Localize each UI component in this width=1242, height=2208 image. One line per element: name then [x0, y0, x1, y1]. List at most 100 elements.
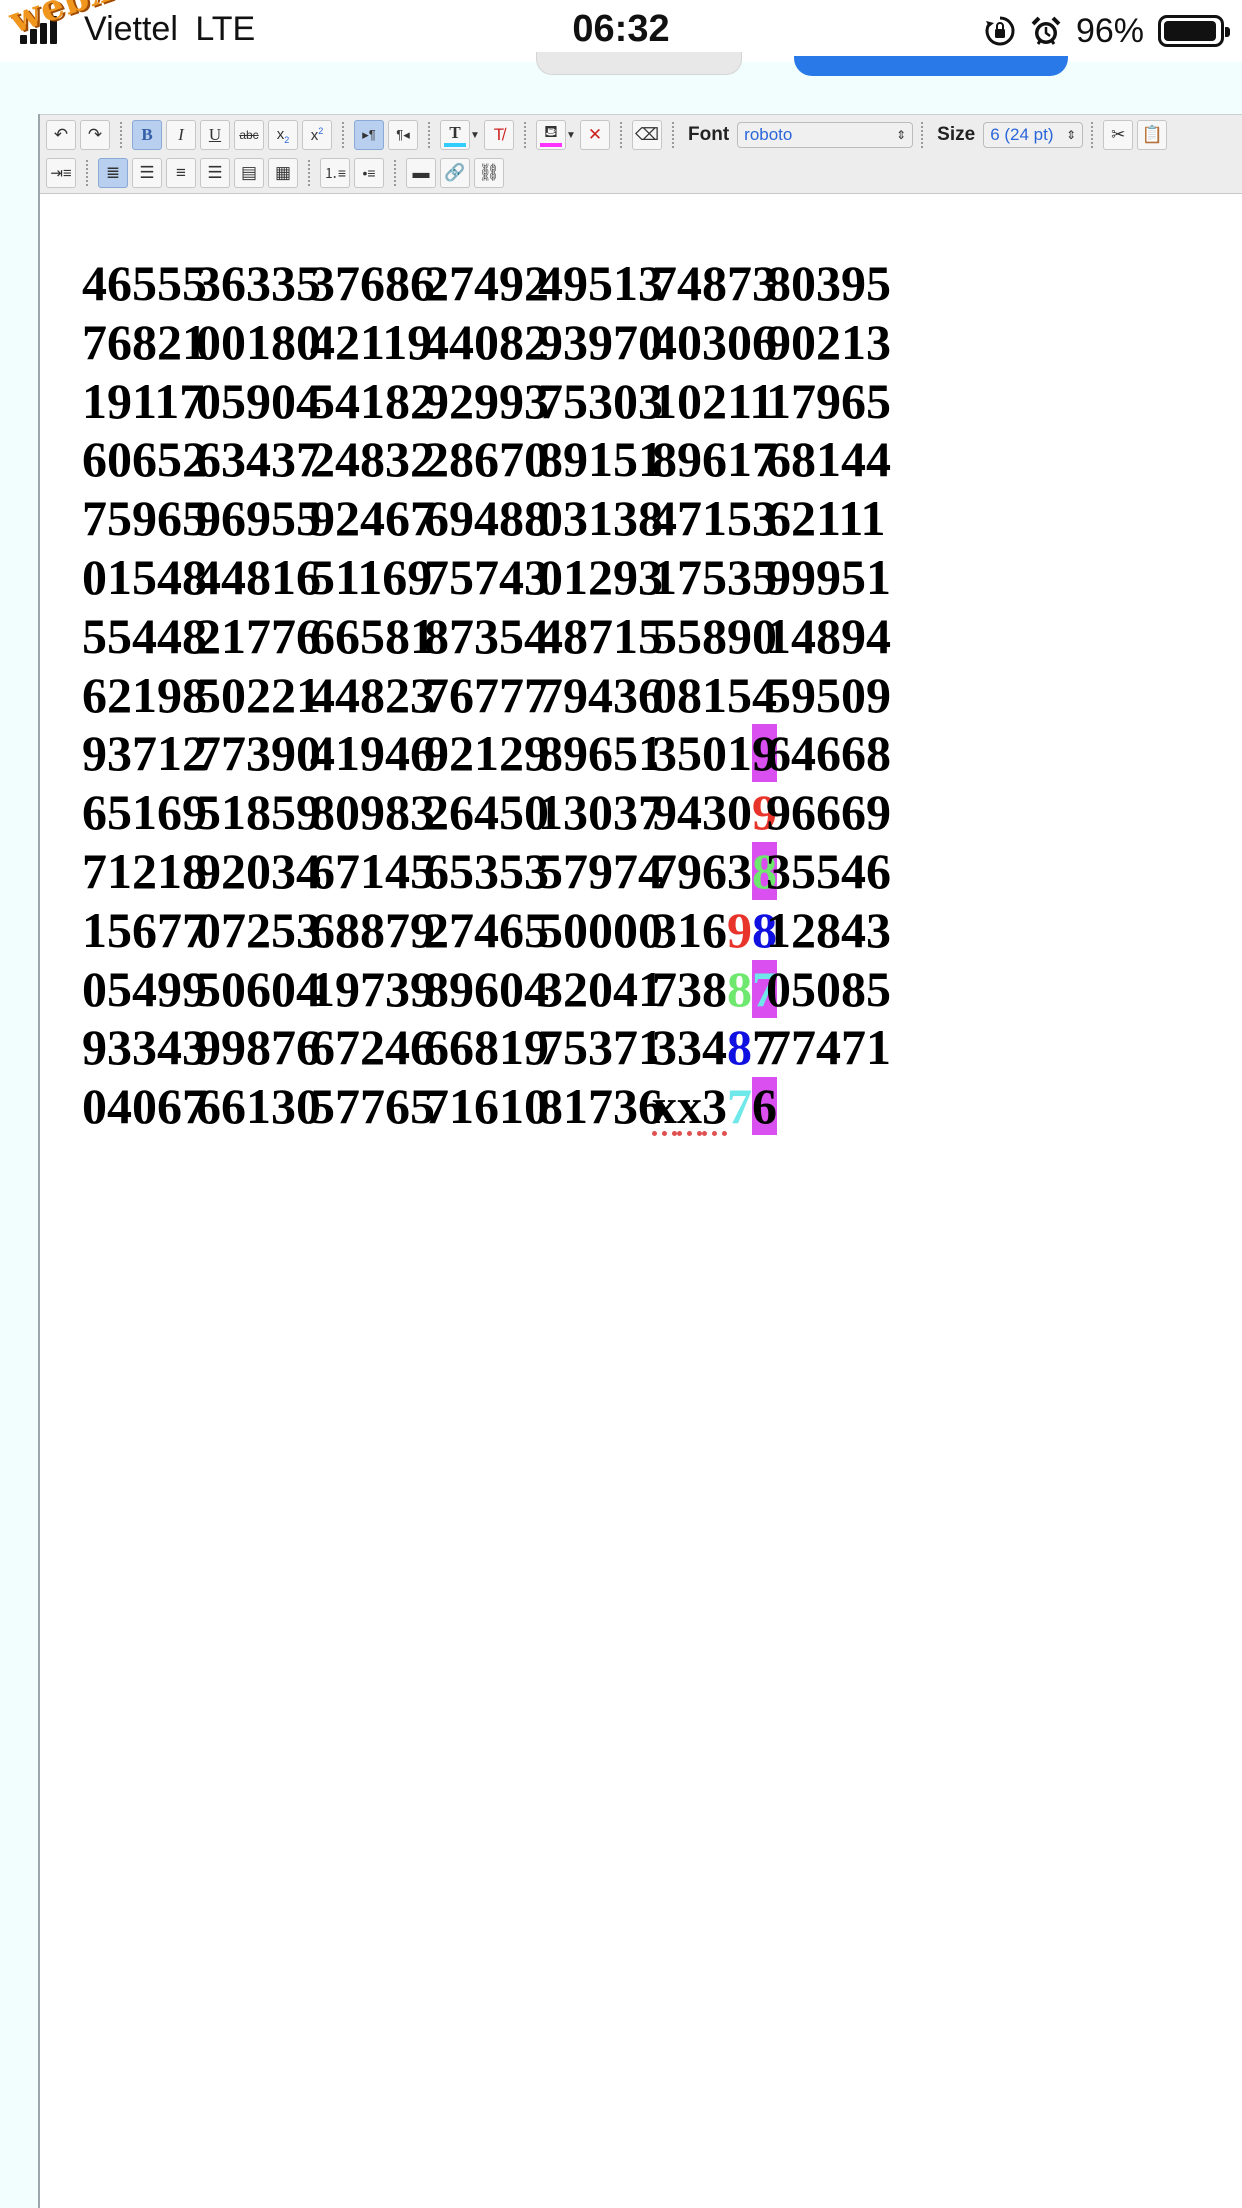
digit: 7: [196, 725, 221, 782]
italic-button[interactable]: I: [166, 120, 196, 150]
align-right-button[interactable]: ☰: [200, 158, 230, 188]
paint-bucket-icon: ⛾: [544, 122, 558, 141]
digit: 9: [221, 1019, 246, 1076]
highlight-color-dropdown[interactable]: ▼: [566, 120, 576, 150]
unlink-button[interactable]: ⛓: [474, 158, 504, 188]
text-color-button[interactable]: T: [440, 120, 470, 150]
digit: 6: [474, 960, 499, 1017]
digit: 7: [474, 548, 499, 605]
paste-button[interactable]: 📋: [1137, 120, 1168, 150]
superscript-icon: x2: [310, 126, 324, 144]
digit: 1: [613, 607, 638, 664]
number-cell: 24832: [310, 430, 435, 488]
digit: 7: [499, 666, 524, 723]
digit: 9: [816, 548, 841, 605]
digit: 3: [702, 313, 727, 370]
digit: 4: [157, 607, 182, 664]
horizontal-rule-button[interactable]: ▬: [406, 158, 436, 188]
undo-button[interactable]: ↶: [46, 120, 76, 150]
align-left-button[interactable]: ☰: [132, 158, 162, 188]
digit: 0: [221, 666, 246, 723]
number-cell: 46555: [82, 254, 207, 312]
number-cell: 05499: [82, 960, 207, 1018]
digit: 9: [563, 666, 588, 723]
align-full-button[interactable]: ▦: [268, 158, 298, 188]
digit: 8: [385, 607, 410, 664]
ordered-list-button[interactable]: ⒈≡: [320, 158, 350, 188]
toolbar-row-1: ↶ ↷ B I U abc x2 x2 ▸¶ ¶◂ T ▼ T̸ ⛾ ▼ ✕ ⌫…: [44, 117, 1169, 153]
superscript-button[interactable]: x2: [302, 120, 332, 150]
digit: 1: [702, 666, 727, 723]
digit: 1: [382, 313, 408, 370]
link-button[interactable]: 🔗: [440, 158, 470, 188]
digit: 3: [221, 431, 246, 488]
unordered-list-button[interactable]: •≡: [354, 158, 384, 188]
digit: 0: [702, 725, 727, 782]
number-cell: 77390: [196, 724, 321, 782]
top-primary-button[interactable]: [794, 56, 1068, 76]
digit: 5: [310, 548, 335, 605]
digit: 7: [766, 1019, 791, 1076]
indent-button[interactable]: ⇥≡: [46, 158, 76, 188]
align-justify-button[interactable]: ▤: [234, 158, 264, 188]
number-cell: 01548: [82, 548, 207, 606]
number-cell: 41946: [310, 724, 435, 782]
digit: 0: [196, 901, 221, 958]
align-justify-icon: ▤: [240, 163, 258, 182]
number-cell: 44816: [196, 548, 321, 606]
top-secondary-button[interactable]: [536, 52, 742, 75]
remove-highlight-icon: ✕: [587, 125, 603, 144]
digit: 6: [107, 313, 132, 370]
cut-button[interactable]: ✂: [1103, 120, 1134, 150]
number-cell: 66819: [424, 1018, 549, 1076]
digit: 1: [866, 1019, 891, 1076]
remove-highlight-button[interactable]: ✕: [580, 120, 610, 150]
number-cell: 62111: [766, 489, 886, 547]
digit: 6: [132, 901, 157, 958]
subscript-button[interactable]: x2: [268, 120, 298, 150]
highlighted-digit: 8: [727, 1019, 752, 1076]
digit: 9: [563, 431, 588, 488]
align-default-button[interactable]: ≣: [98, 158, 128, 188]
text-color-dropdown[interactable]: ▼: [470, 120, 480, 150]
digit: 6: [310, 901, 335, 958]
number-cell: 32041: [538, 960, 663, 1018]
number-cell: 26450: [424, 783, 549, 841]
clear-format-button[interactable]: ⌫: [632, 120, 662, 150]
font-select-value: roboto: [744, 125, 793, 144]
digit: 0: [271, 960, 296, 1017]
text-color-swatch: [444, 143, 466, 147]
digit: 5: [107, 490, 132, 547]
digit: 9: [424, 372, 449, 429]
remove-text-color-button[interactable]: T̸: [484, 120, 514, 150]
digit: 7: [221, 725, 246, 782]
font-label: Font: [688, 124, 730, 145]
highlight-color-button[interactable]: ⛾: [536, 120, 566, 150]
digit: 3: [588, 1019, 613, 1076]
digit: 3: [246, 255, 271, 311]
bold-icon: B: [141, 125, 153, 144]
strikethrough-button[interactable]: abc: [234, 120, 264, 150]
digit: 5: [866, 960, 891, 1017]
digit: 4: [791, 725, 816, 782]
select-arrows-icon: ⇕: [1066, 128, 1077, 142]
font-select[interactable]: roboto ⇕: [737, 122, 914, 148]
number-cell: 12843: [766, 901, 891, 959]
digit: 6: [816, 784, 841, 841]
toolbar-separator: [342, 122, 344, 148]
underline-button[interactable]: U: [200, 120, 230, 150]
number-cell: 27492: [424, 254, 549, 312]
digit: 0: [588, 901, 613, 958]
size-select[interactable]: 6 (24 pt) ⇕: [983, 122, 1084, 148]
bold-button[interactable]: B: [132, 120, 162, 150]
digit: 5: [538, 901, 563, 958]
redo-button[interactable]: ↷: [80, 120, 110, 150]
number-cell: 67246: [310, 1018, 435, 1076]
align-center-button[interactable]: ≡: [166, 158, 196, 188]
number-cell: 76777: [424, 666, 549, 724]
number-cell: 92993: [424, 372, 549, 430]
rtl-button[interactable]: ¶◂: [388, 120, 418, 150]
ltr-button[interactable]: ▸¶: [354, 120, 384, 150]
digit: 1: [157, 842, 182, 899]
digit: 5: [791, 842, 816, 899]
